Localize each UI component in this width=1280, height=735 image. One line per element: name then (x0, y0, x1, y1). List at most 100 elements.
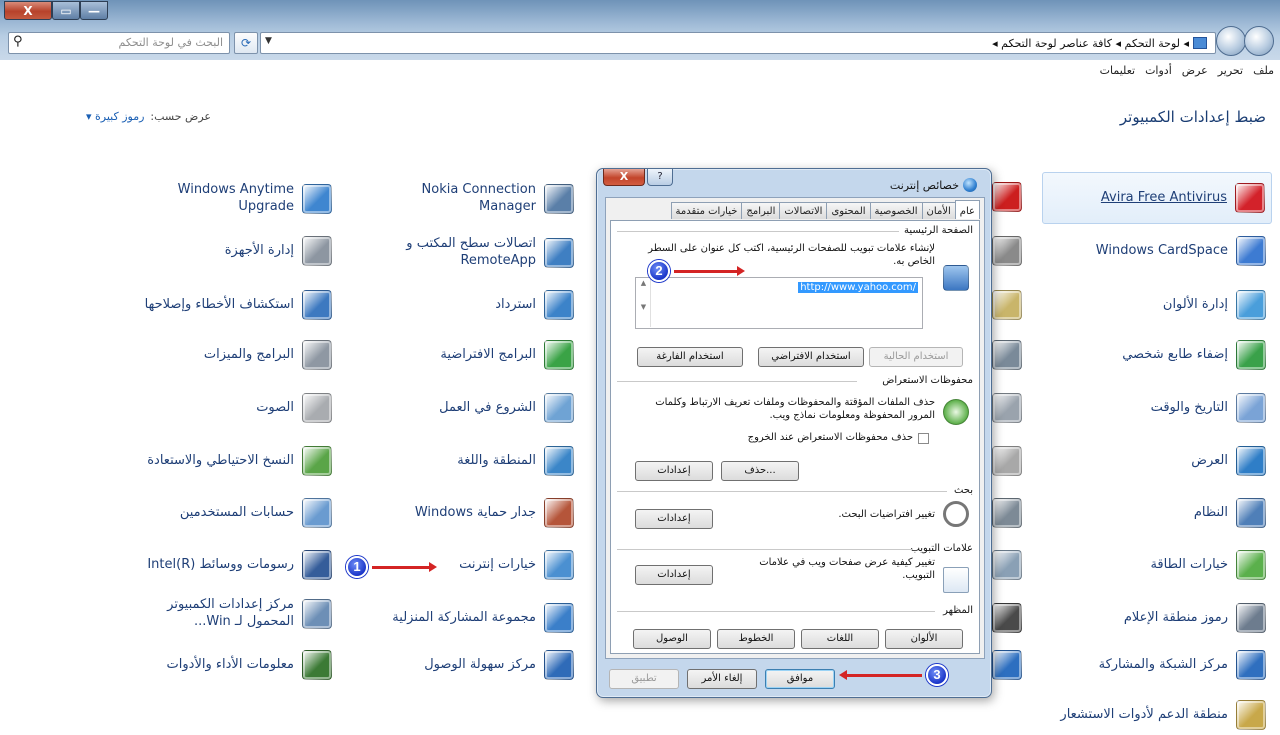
cp-item-troubleshooting[interactable]: استكشاف الأخطاء وإصلاحها (145, 290, 332, 320)
search-settings-button[interactable]: إعدادات (635, 509, 713, 529)
home-page-url[interactable]: http://www.yahoo.com/ (798, 282, 918, 293)
cp-item-phone[interactable] (992, 498, 1022, 528)
use-blank-button[interactable]: استخدام الفارغة (637, 347, 743, 367)
delete-on-exit-checkbox[interactable] (918, 433, 929, 444)
notification-icon (1236, 603, 1266, 633)
tab-privacy[interactable]: الخصوصية (869, 202, 923, 219)
cp-item-getting-started[interactable]: الشروع في العمل (439, 393, 574, 423)
microphone-icon (992, 393, 1022, 423)
nav-buttons (1216, 26, 1276, 58)
cp-item-color-management[interactable]: إدارة الألوان (1163, 290, 1266, 320)
refresh-button[interactable]: ⟳ (234, 32, 258, 54)
tabs-settings-button[interactable]: إعدادات (635, 565, 713, 585)
cp-item-mouse[interactable] (992, 446, 1022, 476)
home-page-url-field[interactable]: http://www.yahoo.com/ ▲ ▼ (635, 277, 923, 329)
cp-item-cardspace[interactable]: Windows CardSpace (1096, 236, 1266, 266)
cp-item-ease-of-access[interactable]: مركز سهولة الوصول (424, 650, 574, 680)
ok-button[interactable]: موافق (765, 669, 835, 689)
cp-item-remoteapp[interactable]: اتصالات سطح المكتب و RemoteApp (386, 236, 574, 270)
cp-item-region-language[interactable]: المنطقة واللغة (457, 446, 574, 476)
flag-icon (992, 650, 1022, 680)
search-placeholder: البحث في لوحة التحكم (118, 36, 224, 49)
apply-button: تطبيق (609, 669, 679, 689)
cp-item-date-time[interactable]: التاريخ والوقت (1151, 393, 1266, 423)
cp-item-speech[interactable] (992, 393, 1022, 423)
tab-content[interactable]: المحتوى (826, 202, 871, 219)
default-programs-icon (544, 340, 574, 370)
cp-item-nokia[interactable]: Nokia Connection Manager (396, 182, 574, 216)
window-close-button[interactable]: X (4, 1, 52, 20)
delete-history-button[interactable]: حذف... (721, 461, 799, 481)
view-by-dropdown[interactable]: رموز كبيرة ▾ (86, 110, 144, 123)
menu-view[interactable]: عرض (1182, 64, 1208, 77)
scrollbar[interactable]: ▲ ▼ (637, 279, 651, 327)
languages-button[interactable]: اللغات (801, 629, 879, 649)
cp-item-label: البرامج والميزات (203, 346, 294, 362)
cp-item-flash[interactable] (992, 182, 1022, 212)
colors-button[interactable]: الألوان (885, 629, 963, 649)
back-button[interactable] (1244, 26, 1274, 56)
tab-security[interactable]: الأمان (921, 202, 956, 219)
cp-item-internet-options[interactable]: خيارات إنترنت (459, 550, 574, 580)
cp-item-notification-icons[interactable]: رموز منطقة الإعلام (1124, 603, 1266, 633)
dialog-help-button[interactable]: ? (647, 169, 673, 186)
group-divider (617, 549, 913, 550)
cp-item-network[interactable]: مركز الشبكة والمشاركة (1099, 650, 1266, 680)
cp-item-avira[interactable]: Avira Free Antivirus (1042, 172, 1272, 224)
cp-item-windows-firewall[interactable]: جدار حماية Windows (415, 498, 574, 528)
cp-item-mobility-center[interactable]: مركز إعدادات الكمبيوتر المحمول لـ Win... (144, 597, 332, 631)
cp-item-firewall-wall[interactable] (992, 236, 1022, 266)
menu-help[interactable]: تعليمات (1100, 64, 1135, 77)
dialog-close-button[interactable]: X (603, 169, 645, 186)
callout-badge-3: 3 (926, 664, 948, 686)
cp-item-performance[interactable]: معلومات الأداء والأدوات (167, 650, 332, 680)
cp-item-label: استكشاف الأخطاء وإصلاحها (144, 296, 294, 312)
tab-general[interactable]: عام (954, 200, 980, 219)
cp-item-intel-graphics[interactable]: رسومات ووسائط Intel(R) (147, 550, 332, 580)
cp-item-user-search[interactable] (992, 550, 1022, 580)
cp-item-sound[interactable]: الصوت (256, 393, 332, 423)
menu-file[interactable]: ملف (1253, 64, 1274, 77)
breadcrumb[interactable]: ◂ لوحة التحكم ◂ كافة عناصر لوحة التحكم ◂ (992, 37, 1207, 50)
cp-item-system[interactable]: النظام (1194, 498, 1266, 528)
search-input[interactable]: ⚲ البحث في لوحة التحكم (8, 32, 230, 54)
delete-on-exit-label[interactable]: حذف محفوظات الاستعراض عند الخروج (653, 432, 913, 445)
troubleshooting-icon (302, 290, 332, 320)
cp-item-user-accounts[interactable]: حسابات المستخدمين (180, 498, 332, 528)
address-bar[interactable]: ▼ ◂ لوحة التحكم ◂ كافة عناصر لوحة التحكم… (260, 32, 1216, 54)
cp-item-device-manager[interactable]: إدارة الأجهزة (225, 236, 332, 266)
fonts-button[interactable]: الخطوط (717, 629, 795, 649)
cp-item-printers[interactable] (992, 340, 1022, 370)
internet-options-icon (544, 550, 574, 580)
cp-item-display[interactable]: العرض (1191, 446, 1266, 476)
window-minimize-button[interactable]: — (80, 1, 108, 20)
cp-item-homegroup[interactable]: مجموعة المشاركة المنزلية (392, 603, 574, 633)
history-settings-button[interactable]: إعدادات (635, 461, 713, 481)
accessibility-button[interactable]: الوصول (633, 629, 711, 649)
tab-programs[interactable]: البرامج (741, 202, 781, 219)
cp-item-default-programs[interactable]: البرامج الافتراضية (440, 340, 574, 370)
cp-item-phone-modem[interactable] (992, 290, 1022, 320)
cp-item-backup[interactable]: النسخ الاحتياطي والاستعادة (147, 446, 332, 476)
menu-edit[interactable]: تحرير (1218, 64, 1243, 77)
tab-advanced[interactable]: خيارات متقدمة (670, 202, 743, 219)
cp-item-tower[interactable] (992, 603, 1022, 633)
window-restore-button[interactable]: ▭ (52, 1, 80, 20)
cp-item-power[interactable]: خيارات الطاقة (1150, 550, 1266, 580)
cp-item-sensors[interactable]: منطقة الدعم لأدوات الاستشعار (1060, 700, 1266, 730)
cp-item-programs-features[interactable]: البرامج والميزات (204, 340, 332, 370)
backup-icon (302, 446, 332, 476)
display-icon (1236, 446, 1266, 476)
menu-tools[interactable]: أدوات (1145, 64, 1172, 77)
cp-item-action-center[interactable] (992, 650, 1022, 680)
cp-item-personalization[interactable]: إضفاء طابع شخصي (1122, 340, 1266, 370)
cp-item-recovery[interactable]: استرداد (495, 290, 574, 320)
cp-item-anytime-upgrade[interactable]: Windows Anytime Upgrade (164, 182, 332, 216)
chevron-down-icon[interactable]: ▼ (265, 36, 272, 46)
dialog-title: خصائص إنترنت (890, 178, 977, 192)
tab-connections[interactable]: الاتصالات (779, 202, 828, 219)
menu-bar: ملف تحرير عرض أدوات تعليمات (0, 62, 1280, 80)
cancel-button[interactable]: إلغاء الأمر (687, 669, 757, 689)
use-default-button[interactable]: استخدام الافتراضي (758, 347, 864, 367)
forward-button[interactable] (1216, 26, 1246, 56)
